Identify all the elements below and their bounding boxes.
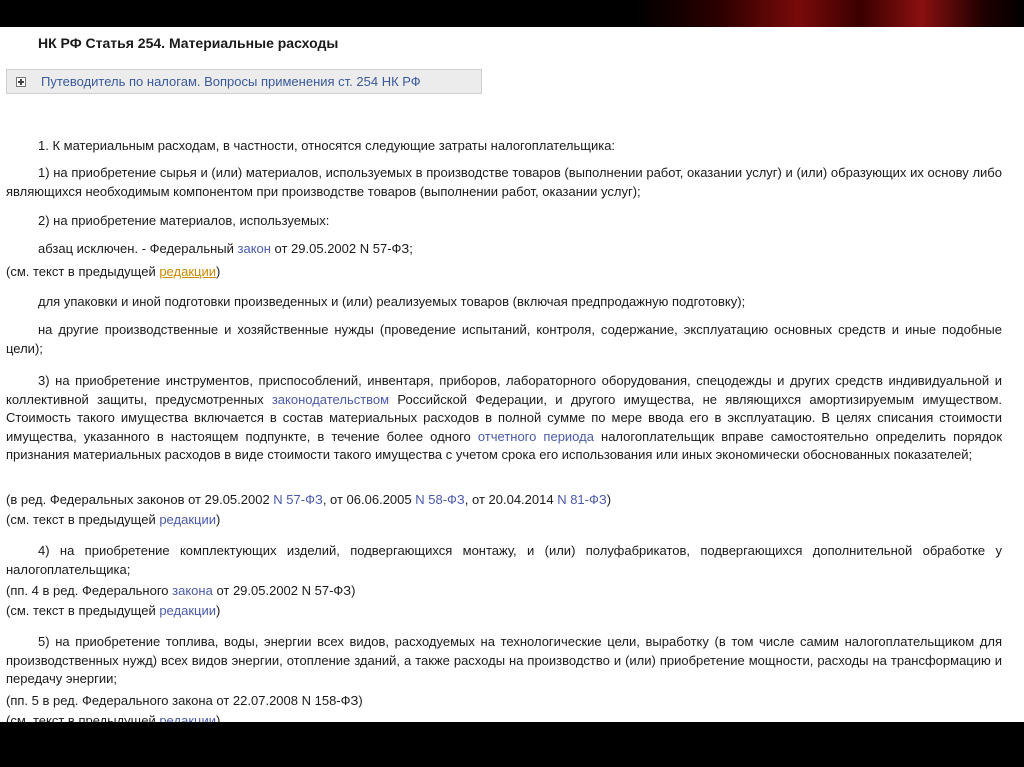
packaging-paragraph: для упаковки и иной подготовки произведе… — [38, 294, 746, 309]
item-4-edition-note: (пп. 4 в ред. Федерального закона от 29.… — [6, 582, 1002, 601]
see-close-2: ) — [215, 512, 221, 527]
edition-link-2[interactable]: редакции — [159, 512, 216, 527]
law-link[interactable]: закон — [238, 241, 271, 256]
edition-text-b: , от 06.06.2005 — [322, 492, 416, 507]
excluded-text: абзац исключен. - Федеральный — [38, 241, 238, 256]
see-text-3: (см. текст в предыдущей — [6, 603, 160, 618]
see-previous-note-3: (см. текст в предыдущей редакции) — [6, 602, 1002, 621]
see-close-3: ) — [215, 603, 221, 618]
item-4-edition-a: (пп. 4 в ред. Федерального — [6, 583, 173, 598]
reporting-period-link[interactable]: отчетного периода — [478, 429, 594, 444]
item-3-paragraph: 3) на приобретение инструментов, приспос… — [6, 372, 1002, 465]
expand-plus-icon[interactable] — [16, 76, 26, 87]
edition-text-c: , от 20.04.2014 — [464, 492, 558, 507]
bottom-black-band — [0, 722, 1024, 767]
intro-paragraph: 1. К материальным расходам, в частности,… — [38, 138, 616, 153]
see-text-4: (см. текст в предыдущей — [6, 713, 160, 722]
law-57-link[interactable]: N 57-ФЗ — [273, 492, 323, 507]
item-5-paragraph: 5) на приобретение топлива, воды, энерги… — [6, 634, 1002, 686]
edition-link[interactable]: редакции — [159, 264, 216, 279]
item-3-edition-note: (в ред. Федеральных законов от 29.05.200… — [6, 491, 1002, 510]
top-decor-band — [0, 0, 1024, 27]
see-text-2: (см. текст в предыдущей — [6, 512, 160, 527]
law-81-link[interactable]: N 81-ФЗ — [557, 492, 607, 507]
item-1-paragraph: 1) на приобретение сырья и (или) материа… — [6, 165, 1002, 199]
edition-text-a: (в ред. Федеральных законов от 29.05.200… — [6, 492, 274, 507]
item-4-law-link[interactable]: закона — [172, 583, 213, 598]
see-text: (см. текст в предыдущей — [6, 264, 160, 279]
edition-link-4[interactable]: редакции — [159, 713, 216, 722]
edition-link-3[interactable]: редакции — [159, 603, 216, 618]
see-close: ) — [215, 264, 221, 279]
excluded-date: от 29.05.2002 N 57-ФЗ; — [270, 241, 413, 256]
edition-text-d: ) — [606, 492, 612, 507]
other-needs-paragraph: на другие производственные и хозяйственн… — [6, 322, 1002, 356]
law-58-link[interactable]: N 58-ФЗ — [415, 492, 465, 507]
document-page: НК РФ Статья 254. Материальные расходы П… — [0, 27, 1024, 722]
item-5-edition-note: (пп. 5 в ред. Федерального закона от 22.… — [6, 693, 363, 708]
see-previous-note-2: (см. текст в предыдущей редакции) — [6, 511, 1002, 530]
see-previous-note: (см. текст в предыдущей редакции) — [6, 263, 1002, 282]
item-4-paragraph: 4) на приобретение комплектующих изделий… — [6, 543, 1002, 577]
see-previous-note-4: (см. текст в предыдущей редакции) — [6, 712, 1002, 722]
legislation-link[interactable]: законодательством — [272, 392, 389, 407]
guide-expander[interactable]: Путеводитель по налогам. Вопросы примене… — [6, 69, 482, 94]
item-4-edition-b: от 29.05.2002 N 57-ФЗ) — [212, 583, 356, 598]
excluded-paragraph: абзац исключен. - Федеральный закон от 2… — [6, 240, 1002, 259]
see-close-4: ) — [215, 713, 221, 722]
guide-link[interactable]: Путеводитель по налогам. Вопросы примене… — [41, 74, 421, 89]
item-2-paragraph: 2) на приобретение материалов, используе… — [38, 213, 330, 228]
page-title: НК РФ Статья 254. Материальные расходы — [38, 35, 339, 51]
